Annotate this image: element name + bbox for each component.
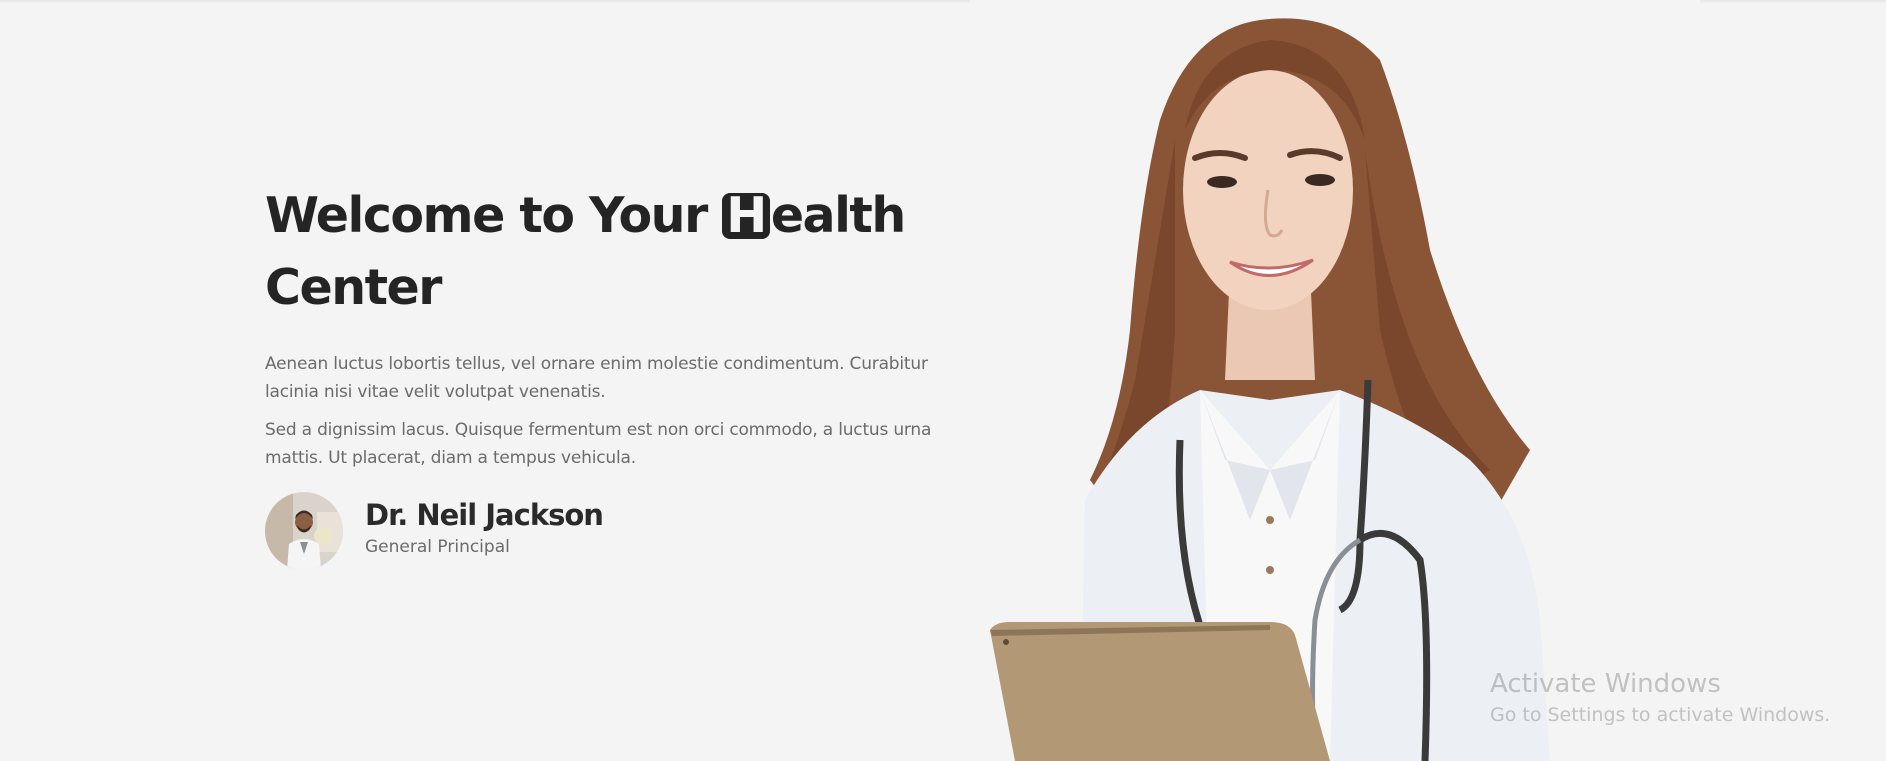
hero-paragraph-2: Sed a dignissim lacus. Quisque fermentum…: [265, 420, 932, 468]
hero-title-line2: Center: [265, 259, 442, 316]
hero-paragraph-1: Aenean luctus lobortis tellus, vel ornar…: [265, 354, 928, 402]
watermark-subtitle: Go to Settings to activate Windows.: [1490, 704, 1831, 726]
watermark-title: Activate Windows: [1490, 669, 1721, 699]
author-info: Dr. Neil Jackson General Principal: [365, 496, 604, 560]
hero-title-h-box: H: [722, 191, 770, 240]
author-avatar: [265, 492, 343, 570]
author-name: Dr. Neil Jackson: [365, 498, 604, 532]
hero-title: Welcome to Your Health Center: [265, 180, 965, 324]
author-role: General Principal: [365, 537, 510, 557]
activate-windows-watermark: Activate Windows Go to Settings to activ…: [1490, 666, 1830, 728]
avatar-photo: [265, 492, 343, 570]
hero-title-rest: ealth: [770, 187, 906, 244]
author-block: Dr. Neil Jackson General Principal: [265, 492, 965, 570]
hero-section: Welcome to Your Health Center Aenean luct…: [265, 180, 965, 570]
hero-title-pre: Welcome to Your: [265, 187, 708, 244]
doctor-photo: [970, 0, 1700, 761]
